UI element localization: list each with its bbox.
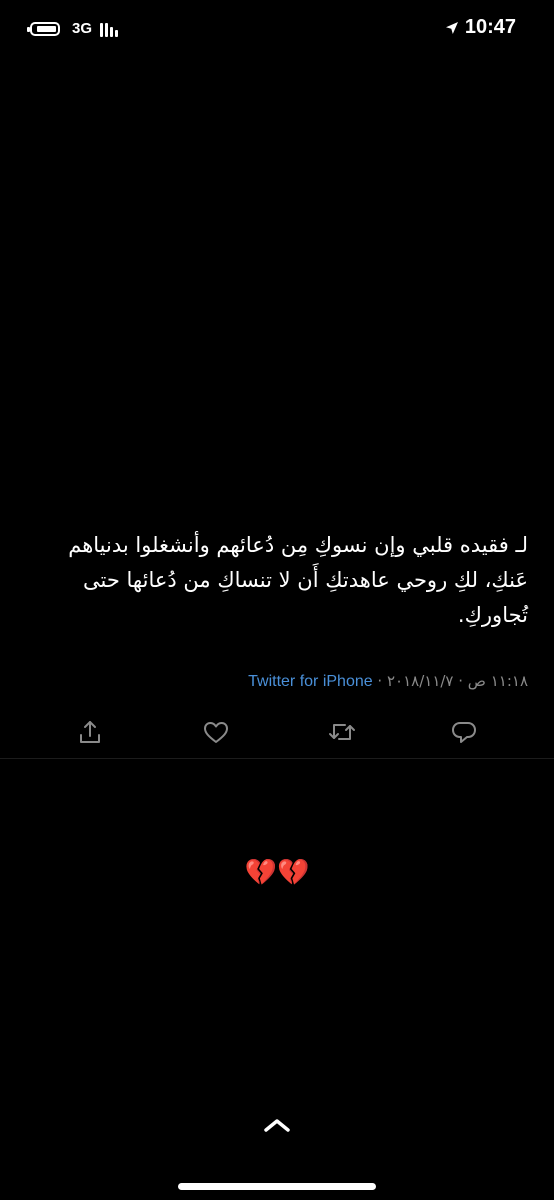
meta-separator: · bbox=[377, 672, 383, 690]
clock: 10:47 bbox=[464, 16, 516, 38]
share-button[interactable] bbox=[70, 712, 110, 752]
status-right: 10:47 bbox=[445, 16, 516, 39]
retweet-icon bbox=[329, 724, 355, 740]
like-button[interactable] bbox=[196, 712, 236, 752]
screen: 3G 10:47 لـ فقيده قلبي وإن نسوكِ مِن دُع… bbox=[0, 0, 554, 1200]
status-left: 3G bbox=[27, 20, 119, 37]
divider bbox=[0, 758, 554, 759]
status-bar: 3G 10:47 bbox=[0, 0, 554, 60]
tweet-actions bbox=[0, 712, 554, 752]
battery-nub bbox=[27, 26, 30, 32]
tweet-text: لـ فقيده قلبي وإن نسوكِ مِن دُعائهم وأنش… bbox=[28, 528, 528, 633]
reply-button[interactable] bbox=[444, 712, 484, 752]
battery-fill bbox=[37, 25, 56, 32]
battery-icon bbox=[27, 21, 60, 36]
location-arrow-icon bbox=[445, 21, 458, 34]
tweet-timestamp: ١١:١٨ ص · ٢٠١٨/١١/٧ bbox=[386, 672, 528, 690]
chevron-up-icon[interactable] bbox=[262, 1114, 292, 1136]
signal-icon bbox=[100, 21, 119, 37]
tweet-line: تُجاوركِ. bbox=[457, 603, 528, 627]
reply-icon bbox=[452, 722, 476, 743]
network-type: 3G bbox=[72, 20, 93, 37]
tweet-line: لـ فقيده قلبي وإن نسوكِ مِن دُعائهم وأنش… bbox=[68, 533, 528, 557]
share-icon bbox=[80, 721, 100, 743]
tweet-meta: ١١:١٨ ص · ٢٠١٨/١١/٧ · Twitter for iPhone bbox=[28, 672, 528, 691]
retweet-button[interactable] bbox=[322, 712, 362, 752]
like-icon bbox=[204, 722, 228, 743]
home-indicator[interactable] bbox=[178, 1183, 376, 1190]
tweet-line: عَنكِ، لكِ روحي عاهدتكِ أَن لا تنساكِ من… bbox=[83, 568, 528, 592]
tweet-source-link[interactable]: Twitter for iPhone bbox=[248, 673, 373, 690]
reply-emoji: 💔💔 bbox=[244, 858, 310, 888]
